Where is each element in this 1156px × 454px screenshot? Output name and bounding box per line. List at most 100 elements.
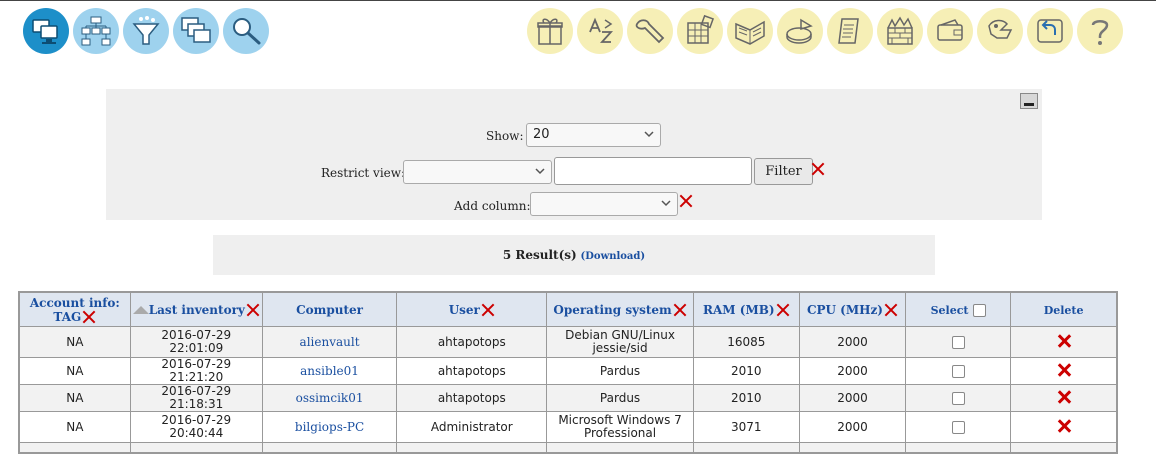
cell-ram: 3071 bbox=[692, 411, 800, 443]
row-select-checkbox[interactable] bbox=[951, 335, 965, 349]
col-header-tag-label: TAG bbox=[53, 309, 82, 324]
remove-column-icon[interactable] bbox=[481, 303, 495, 317]
table-row: NA 2016-07-29 20:40:44 bilgiops-PC Admin… bbox=[18, 411, 1118, 443]
cell-last-inventory: 2016-07-29 21:18:31 bbox=[129, 384, 263, 412]
row-select-checkbox[interactable] bbox=[951, 391, 965, 405]
row-select-checkbox[interactable] bbox=[951, 420, 965, 434]
security-firewall-icon[interactable] bbox=[877, 8, 923, 54]
col-header-cpu[interactable]: CPU (MHz) bbox=[798, 291, 907, 327]
filter-button[interactable]: Filter bbox=[754, 158, 813, 185]
col-header-user[interactable]: User bbox=[396, 291, 548, 327]
cell-cpu: 2000 bbox=[798, 411, 907, 443]
filter-icon[interactable] bbox=[123, 8, 169, 54]
documentation-icon[interactable] bbox=[727, 8, 773, 54]
cell-os: Pardus bbox=[546, 357, 694, 385]
results-count: 5 Result(s) bbox=[502, 248, 577, 262]
cell-tag: NA bbox=[18, 326, 131, 358]
chevron-down-icon bbox=[661, 200, 671, 207]
table-header-row: Account info: TAG Last inventory Compute… bbox=[18, 291, 1118, 327]
add-column-select[interactable] bbox=[530, 192, 678, 216]
inventory-grid-icon[interactable] bbox=[677, 8, 723, 54]
col-header-computer-label: Computer bbox=[296, 302, 363, 317]
col-header-os[interactable]: Operating system bbox=[546, 291, 694, 327]
cell-user: Administrator bbox=[396, 411, 548, 443]
cell-cpu: 2000 bbox=[798, 384, 907, 412]
col-header-last-inventory[interactable]: Last inventory bbox=[129, 291, 263, 327]
cell-cpu: 2000 bbox=[798, 357, 907, 385]
remove-column-icon[interactable] bbox=[776, 303, 790, 317]
delete-icon[interactable] bbox=[1057, 334, 1071, 348]
col-header-user-label: User bbox=[448, 302, 480, 317]
cell-ram: 16085 bbox=[692, 326, 800, 358]
delete-icon[interactable] bbox=[1057, 419, 1071, 433]
notes-icon[interactable] bbox=[827, 8, 873, 54]
remove-column-icon[interactable] bbox=[673, 303, 687, 317]
computer-link[interactable]: bilgiops-PC bbox=[295, 420, 364, 434]
computer-link[interactable]: ansible01 bbox=[300, 364, 359, 378]
windows-icon[interactable] bbox=[173, 8, 219, 54]
table-row: NA 2016-07-29 21:18:31 ossimcik01 ahtapo… bbox=[18, 384, 1118, 412]
cell-last-inventory: 2016-07-29 22:01:09 bbox=[129, 326, 263, 358]
cell-user: ahtapotops bbox=[396, 357, 548, 385]
col-header-ram[interactable]: RAM (MB) bbox=[692, 291, 800, 327]
remove-column-icon[interactable] bbox=[884, 303, 898, 317]
select-all-checkbox[interactable] bbox=[972, 303, 986, 317]
filter-panel: Show: 20 Restrict view: Filter Add colum… bbox=[106, 89, 1042, 220]
wallet-icon[interactable] bbox=[927, 8, 973, 54]
col-header-select: Select bbox=[905, 291, 1012, 327]
delete-icon[interactable] bbox=[1057, 363, 1071, 377]
cell-tag: NA bbox=[18, 357, 131, 385]
add-column-label: Add column: bbox=[454, 199, 531, 213]
delete-icon[interactable] bbox=[1057, 390, 1071, 404]
row-select-checkbox[interactable] bbox=[951, 364, 965, 378]
network-tree-icon[interactable] bbox=[73, 8, 119, 54]
clear-filter-icon[interactable] bbox=[811, 162, 825, 176]
search-icon[interactable] bbox=[223, 8, 269, 54]
chevron-down-icon bbox=[535, 168, 545, 175]
col-header-os-label: Operating system bbox=[553, 302, 672, 317]
computers-table: Account info: TAG Last inventory Compute… bbox=[18, 291, 1118, 454]
cell-os: Pardus bbox=[546, 384, 694, 412]
cell-cpu: 2000 bbox=[798, 326, 907, 358]
statistics-pie-icon[interactable] bbox=[777, 8, 823, 54]
dictionary-icon[interactable] bbox=[577, 8, 623, 54]
help-icon[interactable] bbox=[1077, 8, 1123, 54]
cell-user: ahtapotops bbox=[396, 384, 548, 412]
remove-column-icon[interactable] bbox=[82, 310, 96, 324]
table-row: NA 2016-07-29 21:21:20 ansible01 ahtapot… bbox=[18, 357, 1118, 385]
col-header-computer[interactable]: Computer bbox=[261, 291, 398, 327]
cell-user: ahtapotops bbox=[396, 326, 548, 358]
col-header-cpu-label: CPU (MHz) bbox=[806, 302, 883, 317]
config-wrench-icon[interactable] bbox=[627, 8, 673, 54]
cell-os: Debian GNU/Linux bbox=[565, 328, 675, 342]
col-header-delete-label: Delete bbox=[1043, 303, 1084, 317]
minimize-button[interactable] bbox=[1020, 93, 1038, 109]
chevron-down-icon bbox=[644, 131, 654, 138]
show-select[interactable]: 20 bbox=[526, 123, 661, 147]
computer-link[interactable]: alienvault bbox=[300, 335, 360, 349]
cell-os-line2: jessie/sid bbox=[592, 341, 648, 355]
cell-tag: NA bbox=[18, 384, 131, 412]
packages-icon[interactable] bbox=[527, 8, 573, 54]
show-label: Show: bbox=[486, 129, 524, 143]
col-header-ram-label: RAM (MB) bbox=[703, 302, 775, 317]
logout-icon[interactable] bbox=[1027, 8, 1073, 54]
restrict-view-select[interactable] bbox=[403, 160, 552, 184]
help-hand-icon[interactable] bbox=[977, 8, 1023, 54]
results-summary: 5 Result(s) (Download) bbox=[213, 235, 935, 275]
show-select-value: 20 bbox=[533, 127, 550, 142]
computer-link[interactable]: ossimcik01 bbox=[296, 391, 364, 405]
download-link[interactable]: (Download) bbox=[581, 251, 646, 262]
top-border bbox=[0, 0, 1156, 1]
cell-last-inventory: 2016-07-29 21:21:20 bbox=[129, 357, 263, 385]
computers-icon[interactable] bbox=[23, 8, 69, 54]
restrict-view-input[interactable] bbox=[554, 157, 752, 185]
cell-os: Microsoft Windows 7 bbox=[558, 413, 682, 427]
cell-last-inventory: 2016-07-29 20:40:44 bbox=[129, 411, 263, 443]
col-header-account-tag[interactable]: Account info: TAG bbox=[18, 291, 131, 327]
remove-column-icon[interactable] bbox=[246, 303, 260, 317]
col-header-select-label: Select bbox=[930, 303, 969, 317]
table-row bbox=[18, 442, 1118, 453]
clear-column-icon[interactable] bbox=[679, 194, 693, 208]
col-header-delete: Delete bbox=[1010, 291, 1118, 327]
